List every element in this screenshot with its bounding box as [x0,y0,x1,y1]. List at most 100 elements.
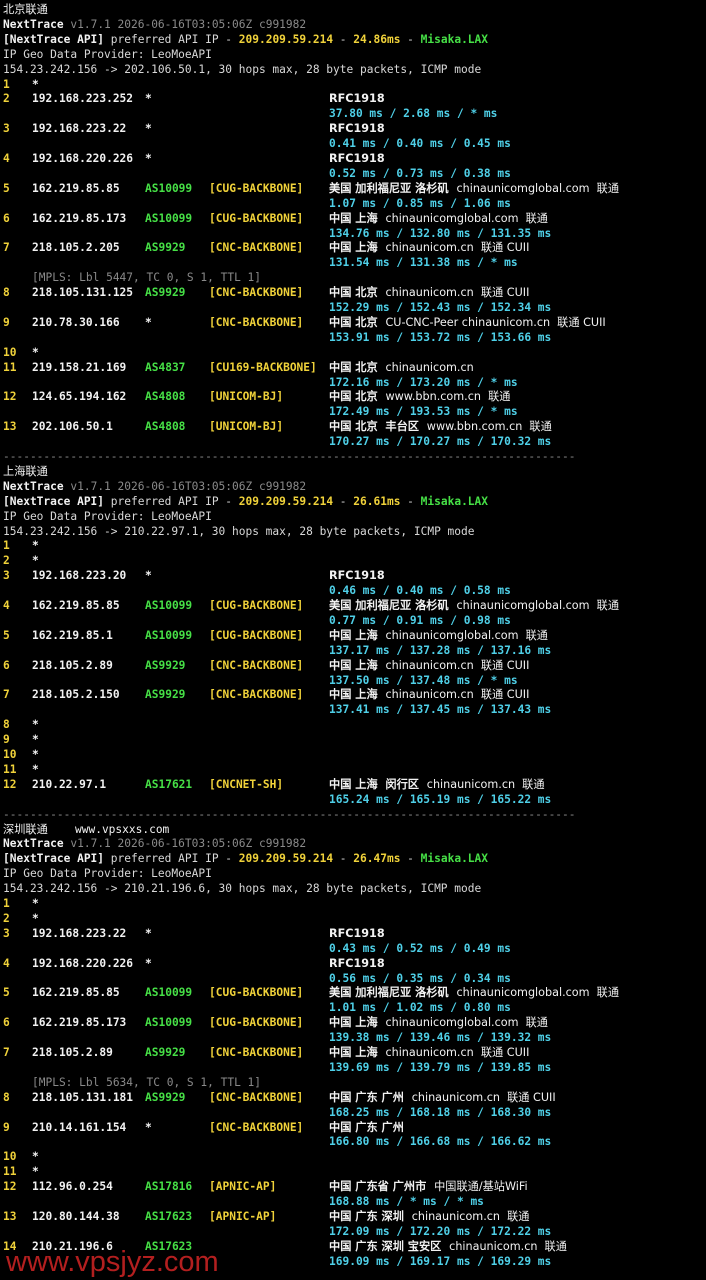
geo-provider-line: IP Geo Data Provider: LeoMoeAPI [3,47,212,62]
hop-tag: [CUG-BACKBONE] [209,599,304,612]
hop-tag: [APNIC-AP] [209,1180,277,1194]
hop-geo: 美国 加利福尼亚 洛杉矶 chinaunicomglobal.com 联通 [329,599,620,612]
hop-tag: [UNICOM-BJ] [209,390,284,404]
hop-number: 3 [3,926,10,940]
hop-rtt: 1.01 ms / 1.02 ms / 0.80 ms [329,1001,511,1015]
section-title: 深圳联通 [3,822,48,836]
hop-ip: 192.168.223.20 [32,569,127,583]
hop-ip: 162.219.85.1 [32,628,113,642]
hop-tag: [CNC-BACKBONE] [209,241,304,255]
hop-tag: [CU169-BACKBONE] [209,360,317,374]
hop-ip: * [32,911,39,925]
hop-asn: * [145,569,152,583]
hop-number: 13 [3,1209,17,1223]
hop-tag: [CNCNET-SH] [209,777,284,791]
hop-asn: AS9929 [145,286,186,300]
hop-ip: * [32,77,39,91]
hop-ip: 218.105.2.150 [32,688,120,702]
hop-asn: AS9929 [145,1090,186,1104]
api-node: Misaka.LAX [420,494,489,508]
hop-number: 6 [3,1016,10,1030]
separator: ----------------------------------------… [3,450,576,463]
hop-geo: 中国 北京 www.bbn.com.cn 联通 [329,390,511,404]
hop-rtt: 153.91 ms / 153.72 ms / 153.66 ms [329,330,552,344]
hop-ip: 162.219.85.173 [32,1016,127,1030]
hop-rtt: 152.29 ms / 152.43 ms / 152.34 ms [329,301,552,314]
hop-ip: 192.168.220.226 [32,152,134,165]
hop-number: 11 [3,1165,17,1179]
api-node: Misaka.LAX [420,852,489,866]
hop-ip: 162.219.85.85 [32,986,120,1000]
hop-asn: * [145,1120,152,1134]
hop-asn: * [145,956,152,970]
hop-rtt: 139.38 ms / 139.46 ms / 139.32 ms [329,1031,552,1045]
hop-ip: 192.168.223.22 [32,122,127,136]
hop-geo: RFC1918 [329,956,385,970]
api-dash: - [333,32,354,46]
hop-tag: [CUG-BACKBONE] [209,211,304,225]
version-info: v1.7.1 2026-06-16T03:05:06Z c991982 [70,17,307,31]
api-dash: - [333,852,354,866]
hop-asn: AS4808 [145,420,186,434]
hop-number: 12 [3,777,17,791]
api-dash: - [400,494,421,508]
hop-ip: 210.22.97.1 [32,777,107,791]
hop-rtt: 137.41 ms / 137.45 ms / 137.43 ms [329,703,552,717]
hop-number: 2 [3,92,10,106]
hop-number: 3 [3,122,10,136]
hop-geo: 中国 上海 chinaunicom.cn 联通 CUII [329,688,530,702]
hop-rtt: 172.16 ms / 173.20 ms / * ms [329,375,518,389]
hop-host: chinaunicomglobal.com 联通 [456,986,620,1000]
hop-rtt: 170.27 ms / 170.27 ms / 170.32 ms [329,435,552,449]
api-line: [NextTrace API] preferred API IP - 209.2… [3,851,488,866]
hop-tag: [CNC-BACKBONE] [209,658,304,672]
hop-ip: 162.219.85.173 [32,211,127,225]
hop-ip: * [32,1150,39,1164]
hop-geo: 中国 北京 chinaunicom.cn [329,360,474,374]
hop-asn: AS10099 [145,599,193,612]
hop-ip: 192.168.223.22 [32,926,127,940]
hop-asn: AS10099 [145,1016,193,1030]
route-summary: 154.23.242.156 -> 210.21.196.6, 30 hops … [3,882,482,896]
section-heading: 深圳联通 www.vpsxxs.com [3,822,169,837]
hop-asn: AS4808 [145,390,186,404]
hop-ip: * [32,539,39,553]
hop-rtt: 0.56 ms / 0.35 ms / 0.34 ms [329,971,511,985]
hop-ip: 124.65.194.162 [32,390,127,404]
route-line: 154.23.242.156 -> 210.21.196.6, 30 hops … [3,881,481,896]
api-line: [NextTrace API] preferred API IP - 209.2… [3,32,488,47]
hop-geo: 中国 广东 深圳 chinaunicom.cn 联通 [329,1209,530,1223]
hop-host: chinaunicom.cn 联通 CUII [385,241,530,255]
hop-host: chinaunicomglobal.com 联通 [385,211,548,225]
hop-number: 10 [3,1150,17,1164]
hop-host: chinaunicomglobal.com 联通 [456,181,620,195]
hop-geo: 中国 北京 CU-CNC-Peer chinaunicom.cn 联通 CUII [329,315,606,329]
hop-rtt: 169.09 ms / 169.17 ms / 169.29 ms [329,1254,552,1268]
api-ip: 209.209.59.214 [238,32,334,46]
hop-number: 9 [3,315,10,329]
api-latency: 24.86ms [353,32,401,46]
hop-number: 10 [3,345,17,359]
terminal-output: 北京联通 NextTrace v1.7.1 2026-06-16T03:05:06… [0,0,706,1280]
hop-number: 4 [3,152,10,165]
hop-number: 7 [3,688,10,702]
hop-geo: 中国 北京 丰台区 www.bbn.com.cn 联通 [329,420,552,434]
api-prefix: [NextTrace API] [3,494,105,508]
section-separator: ----------------------------------------… [3,807,576,822]
version-line: NextTrace v1.7.1 2026-06-16T03:05:06Z c9… [3,17,306,32]
mpls-label: [MPLS: Lbl 5634, TC 0, S 1, TTL 1] [32,1075,262,1089]
hop-tag: [CNC-BACKBONE] [209,1120,304,1134]
section-title: 上海联通 [3,464,48,478]
watermark: www.vpsjyz.com [6,1246,219,1278]
hop-number: 12 [3,1180,17,1194]
hop-number: 7 [3,1046,10,1059]
hop-asn: AS9929 [145,688,186,702]
route-summary: 154.23.242.156 -> 202.106.50.1, 30 hops … [3,62,482,76]
hop-geo: 中国 上海 chinaunicom.cn 联通 CUII [329,241,530,255]
hop-host: chinaunicom.cn 联通 CUII [385,658,530,672]
hop-rtt: 134.76 ms / 132.80 ms / 131.35 ms [329,226,552,240]
api-node: Misaka.LAX [420,32,489,46]
hop-rtt: 168.88 ms / * ms / * ms [329,1195,484,1208]
